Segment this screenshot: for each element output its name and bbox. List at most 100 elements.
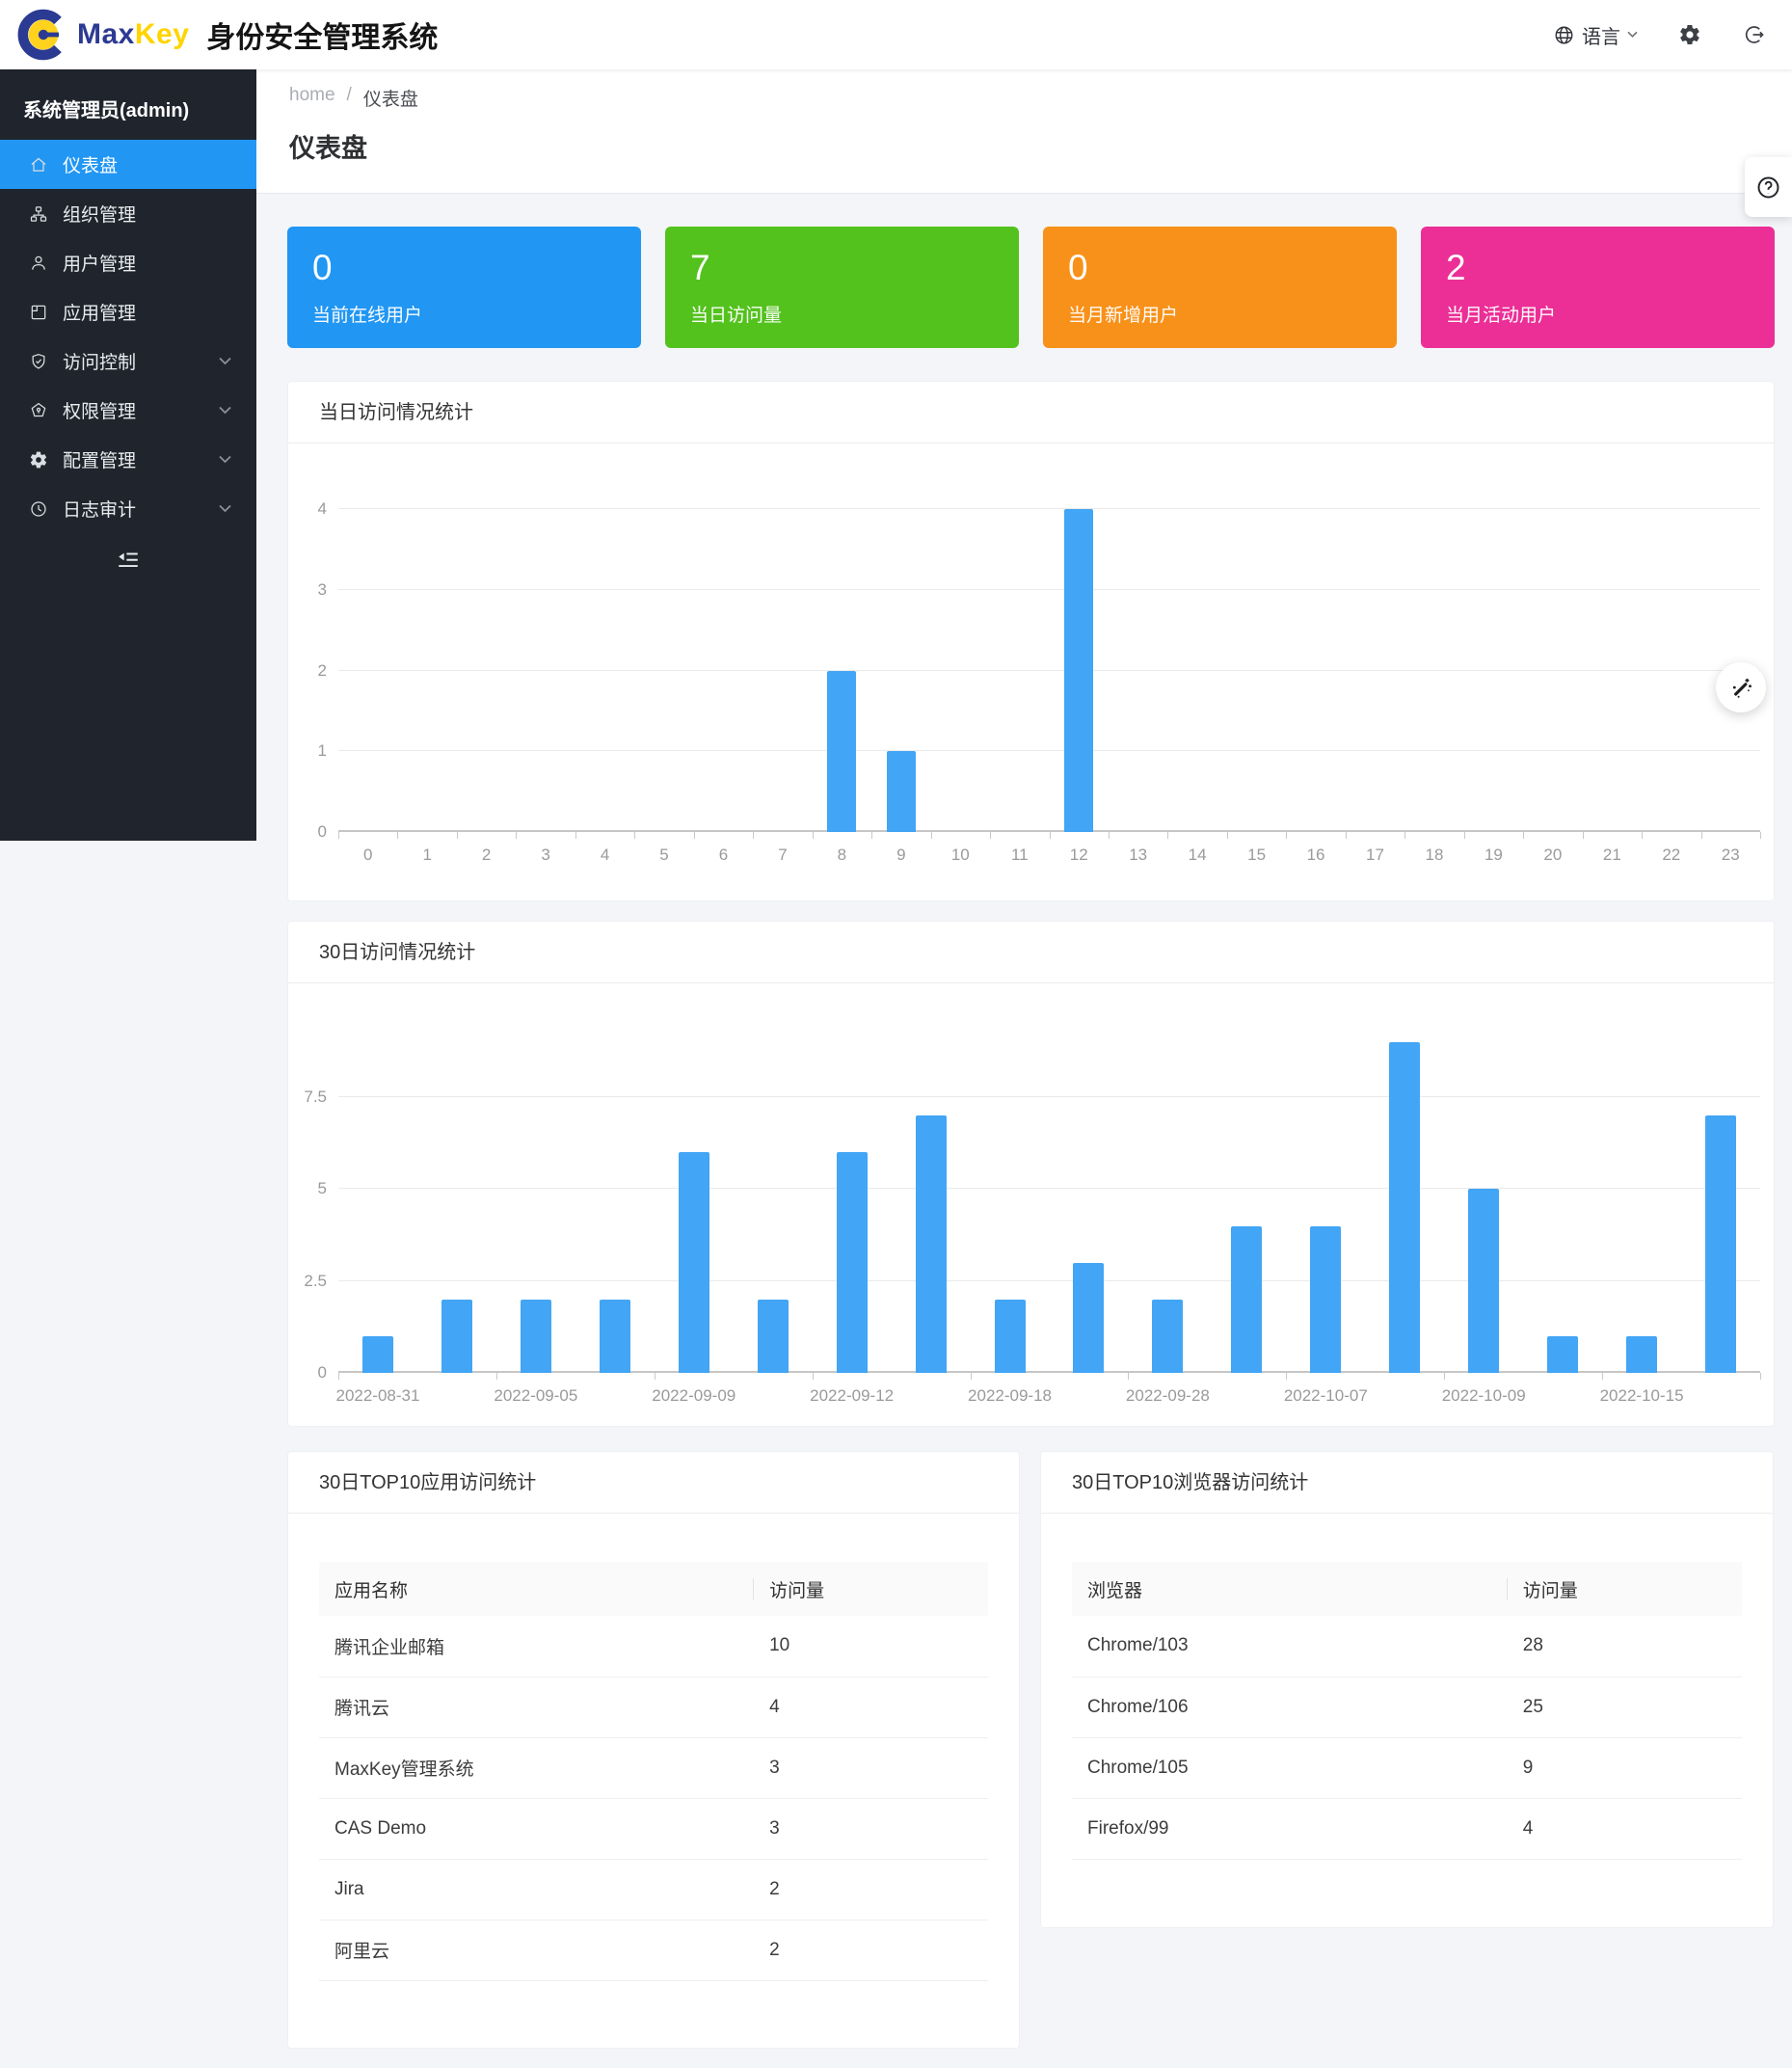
logout-button[interactable] bbox=[1742, 23, 1765, 46]
help-button[interactable] bbox=[1745, 157, 1792, 217]
sidebar-item-users[interactable]: 用户管理 bbox=[0, 238, 256, 287]
main-content: home / 仪表盘 仪表盘 0 当前在线用户 7 当日访问量 0 当月新增用户 bbox=[256, 69, 1792, 2049]
tables-row: 30日TOP10应用访问统计 应用名称 访问量 腾讯企业邮箱10腾讯云4MaxK… bbox=[287, 1451, 1775, 2049]
stat-value: 2 bbox=[1446, 250, 1775, 285]
breadcrumb-home[interactable]: home bbox=[289, 85, 335, 111]
chevron-down-icon bbox=[219, 357, 231, 365]
sidebar-item-access-control[interactable]: 访问控制 bbox=[0, 336, 256, 386]
y-axis-label: 4 bbox=[318, 499, 327, 519]
x-axis-label: 2022-09-28 bbox=[1126, 1386, 1210, 1406]
axis-tick bbox=[1464, 832, 1465, 839]
bar bbox=[600, 1300, 630, 1373]
name-cell: 腾讯企业邮箱 bbox=[319, 1616, 754, 1677]
table-title: 30日TOP10应用访问统计 bbox=[288, 1452, 1019, 1514]
gridline bbox=[338, 1096, 1760, 1097]
name-cell: 阿里云 bbox=[319, 1920, 754, 1980]
language-selector[interactable]: 语言 bbox=[1553, 21, 1638, 49]
x-axis-label: 11 bbox=[1011, 846, 1029, 865]
sidebar-item-label: 仪表盘 bbox=[63, 151, 118, 177]
x-axis-label: 2022-10-15 bbox=[1600, 1386, 1684, 1406]
chevron-down-icon bbox=[219, 504, 231, 513]
axis-tick bbox=[753, 832, 754, 839]
x-axis-label: 5 bbox=[659, 846, 668, 865]
settings-button[interactable] bbox=[1678, 23, 1701, 46]
user-icon bbox=[29, 254, 48, 273]
top10-apps-card: 30日TOP10应用访问统计 应用名称 访问量 腾讯企业邮箱10腾讯云4MaxK… bbox=[287, 1451, 1020, 2049]
table-row: Chrome/10625 bbox=[1072, 1677, 1742, 1737]
bar-plot: 02.557.52022-08-312022-09-052022-09-0920… bbox=[338, 1042, 1760, 1373]
x-axis-label: 0 bbox=[363, 846, 372, 865]
bar bbox=[679, 1152, 709, 1373]
top10-browsers-card: 30日TOP10浏览器访问统计 浏览器 访问量 Chrome/10328Chro… bbox=[1040, 1451, 1774, 1928]
stat-label: 当月新增用户 bbox=[1068, 301, 1397, 327]
x-axis-label: 2022-08-31 bbox=[335, 1386, 419, 1406]
sidebar-item-label: 组织管理 bbox=[63, 201, 136, 227]
sidebar-item-permissions[interactable]: 权限管理 bbox=[0, 386, 256, 435]
x-axis-label: 20 bbox=[1543, 846, 1562, 865]
axis-tick bbox=[496, 1373, 497, 1380]
sidebar: 系统管理员(admin) 仪表盘 组织管理 用户管理 应用管理 bbox=[0, 69, 256, 841]
y-axis-label: 2 bbox=[318, 661, 327, 681]
stat-value: 7 bbox=[690, 250, 1019, 285]
stat-label: 当前在线用户 bbox=[312, 301, 641, 327]
table-header-row: 浏览器 访问量 bbox=[1072, 1562, 1742, 1616]
column-header-visits: 访问量 bbox=[754, 1562, 988, 1616]
page-header: home / 仪表盘 仪表盘 bbox=[256, 69, 1792, 194]
axis-tick bbox=[931, 832, 932, 839]
axis-tick bbox=[1642, 832, 1643, 839]
sidebar-item-label: 应用管理 bbox=[63, 299, 136, 325]
axis-tick bbox=[1286, 1373, 1287, 1380]
bar bbox=[1073, 1263, 1104, 1373]
maxkey-admin-app: MaxKey 身份安全管理系统 语言 bbox=[0, 0, 1792, 2068]
axis-tick bbox=[1109, 832, 1110, 839]
bar bbox=[1547, 1336, 1578, 1373]
dashboard-body: 0 当前在线用户 7 当日访问量 0 当月新增用户 2 当月活动用户 当日 bbox=[256, 194, 1792, 2049]
bar bbox=[362, 1336, 393, 1373]
visits-cell: 2 bbox=[754, 1920, 988, 1980]
x-axis-label: 22 bbox=[1662, 846, 1680, 865]
sidebar-item-dashboard[interactable]: 仪表盘 bbox=[0, 140, 256, 189]
y-axis-label: 0 bbox=[318, 822, 327, 842]
maxkey-logo-icon bbox=[17, 9, 69, 61]
app-title: 身份安全管理系统 bbox=[206, 13, 438, 56]
name-cell: 腾讯云 bbox=[319, 1677, 754, 1737]
magic-wand-icon bbox=[1728, 675, 1754, 701]
axis-tick bbox=[1523, 832, 1524, 839]
axis-tick bbox=[1286, 832, 1287, 839]
bar bbox=[441, 1300, 472, 1373]
table-row: 腾讯云4 bbox=[319, 1677, 988, 1737]
axis-tick bbox=[1583, 832, 1584, 839]
sidebar-collapse-button[interactable] bbox=[0, 539, 256, 581]
x-axis-label: 2 bbox=[482, 846, 491, 865]
x-axis-label: 2022-09-05 bbox=[494, 1386, 577, 1406]
maxkey-logo[interactable]: MaxKey 身份安全管理系统 bbox=[17, 9, 438, 61]
gridline bbox=[338, 670, 1760, 671]
x-axis-label: 2022-10-09 bbox=[1442, 1386, 1526, 1406]
sidebar-item-label: 配置管理 bbox=[63, 446, 136, 472]
table-row: CAS Demo3 bbox=[319, 1798, 988, 1859]
bar bbox=[1705, 1115, 1736, 1373]
sidebar-item-configuration[interactable]: 配置管理 bbox=[0, 435, 256, 484]
axis-tick bbox=[1227, 832, 1228, 839]
visits-cell: 2 bbox=[754, 1859, 988, 1920]
daily-visits-chart-card: 当日访问情况统计 0123401234567891011121314151617… bbox=[287, 381, 1775, 901]
bar bbox=[1468, 1189, 1499, 1373]
table-row: Chrome/10328 bbox=[1072, 1616, 1742, 1677]
theme-wand-button[interactable] bbox=[1716, 662, 1766, 712]
axis-tick bbox=[1760, 832, 1761, 839]
sidebar-item-organization[interactable]: 组织管理 bbox=[0, 189, 256, 238]
column-header-app-name: 应用名称 bbox=[319, 1562, 754, 1616]
visits-cell: 10 bbox=[754, 1616, 988, 1677]
axis-tick bbox=[634, 832, 635, 839]
axis-tick bbox=[1128, 1373, 1129, 1380]
bar-plot: 0123401234567891011121314151617181920212… bbox=[338, 509, 1760, 832]
sidebar-item-audit-log[interactable]: 日志审计 bbox=[0, 484, 256, 533]
axis-tick bbox=[1050, 832, 1051, 839]
gridline bbox=[338, 589, 1760, 590]
axis-tick bbox=[990, 832, 991, 839]
x-axis-label: 2022-09-12 bbox=[810, 1386, 894, 1406]
table-row: Jira2 bbox=[319, 1859, 988, 1920]
sidebar-item-applications[interactable]: 应用管理 bbox=[0, 287, 256, 336]
brand-text: MaxKey bbox=[77, 18, 189, 51]
sidebar-item-label: 访问控制 bbox=[63, 348, 136, 374]
